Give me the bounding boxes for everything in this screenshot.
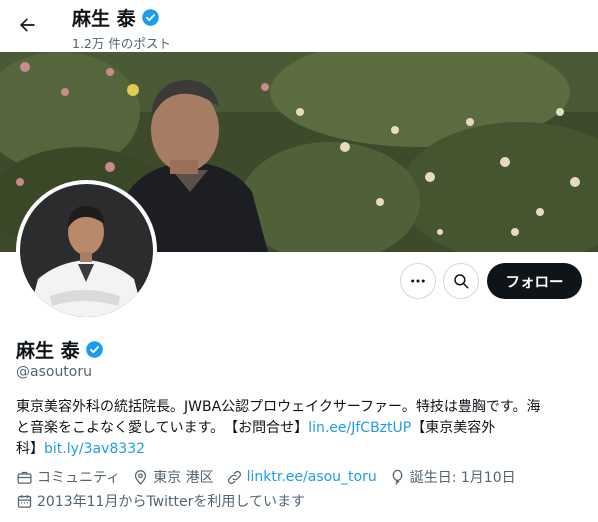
joined-item: 2013年11月からTwitterを利用しています: [16, 491, 305, 511]
bio-line-3-text: 科】: [16, 441, 44, 457]
location-item: 東京 港区: [132, 467, 214, 487]
category-text: コミュニティ: [37, 470, 121, 486]
more-icon: [411, 279, 425, 283]
follow-button[interactable]: フォロー: [487, 263, 582, 299]
birthday-text: 誕生日: 1月10日: [409, 470, 516, 486]
back-button[interactable]: [10, 8, 44, 42]
verified-badge-icon: [141, 9, 159, 26]
avatar[interactable]: [16, 180, 157, 321]
birthday-item: 誕生日: 1月10日: [389, 467, 516, 487]
bio-line-3: 科】bit.ly/3av8332: [16, 439, 584, 460]
balloon-icon: [392, 469, 403, 485]
post-count: 1.2万 件のポスト: [72, 36, 171, 51]
search-profile-button[interactable]: [443, 263, 479, 299]
link-icon: [227, 470, 241, 484]
joined-text: 2013年11月からTwitterを利用しています: [37, 494, 305, 510]
more-button[interactable]: [400, 263, 436, 299]
bio-link-bitly[interactable]: bit.ly/3av8332: [44, 441, 145, 457]
profile-name: 麻生 泰: [16, 336, 104, 363]
search-icon: [454, 274, 469, 289]
profile-bio: 東京美容外科の統括院長。JWBA公認プロウェイクサーファー。特技は豊胸です。海 …: [16, 397, 584, 460]
bio-line-2-text: と音楽をこよなく愛しています。 【お問合せ】: [16, 420, 309, 436]
briefcase-icon: [17, 471, 32, 484]
top-bar: 麻生 泰 1.2万 件のポスト: [0, 0, 598, 52]
calendar-icon: [17, 494, 32, 508]
website-link[interactable]: linktr.ee/asou_toru: [247, 469, 377, 485]
header-profile-name: 麻生 泰: [72, 4, 160, 31]
header-name-text: 麻生 泰: [72, 8, 136, 30]
category-item: コミュニティ: [16, 467, 120, 487]
profile-handle: @asoutoru: [16, 364, 92, 380]
profile-meta-row-2: 2013年11月からTwitterを利用しています: [16, 491, 317, 511]
bio-line-2-tail: 【東京美容外: [411, 420, 496, 436]
bio-line-1: 東京美容外科の統括院長。JWBA公認プロウェイクサーファー。特技は豊胸です。海: [16, 399, 541, 415]
bio-link-line[interactable]: lin.ee/JfCBztUP: [308, 420, 411, 436]
profile-name-text: 麻生 泰: [16, 340, 80, 362]
verified-badge-icon[interactable]: [85, 340, 104, 359]
back-arrow-icon: [20, 18, 35, 32]
profile-meta-row-1: コミュニティ 東京 港区 linktr.ee/asou_toru 誕生日: 1月…: [16, 467, 528, 487]
website-item[interactable]: linktr.ee/asou_toru: [226, 469, 377, 486]
location-pin-icon: [135, 469, 147, 485]
location-text: 東京 港区: [153, 470, 214, 486]
bio-line-2: と音楽をこよなく愛しています。 【お問合せ】lin.ee/JfCBztUP【東京…: [16, 418, 584, 439]
avatar-image: [20, 184, 153, 317]
